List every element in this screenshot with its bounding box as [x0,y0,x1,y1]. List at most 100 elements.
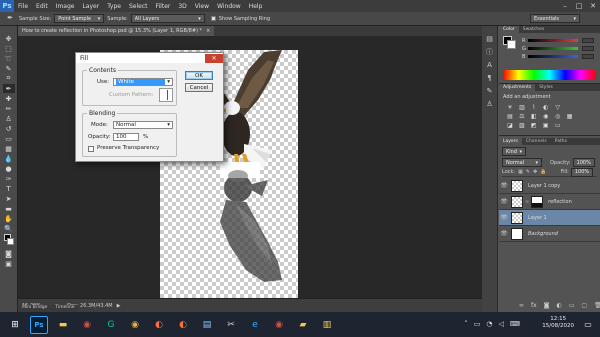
red-slider-track[interactable] [528,39,578,42]
crop-tool-icon[interactable]: ⌗ [3,74,15,83]
sample-size-select[interactable]: Point Sample ▾ [54,14,105,23]
new-adjustment-icon[interactable]: ◐ [557,302,562,309]
green-slider-track[interactable] [528,47,578,50]
selective-color-icon[interactable]: ▣ [541,121,551,130]
capture-icon[interactable]: ✂ [222,316,240,334]
menu-layer[interactable]: Layer [78,3,103,10]
close-window-button[interactable]: ✕ [586,0,600,12]
exposure-icon[interactable]: ◐ [541,103,551,112]
layer-opacity-input[interactable]: 100% [572,158,595,167]
menu-type[interactable]: Type [103,3,125,10]
blue-slider[interactable]: B [522,53,594,60]
trash-icon[interactable]: 🗑 [594,302,600,309]
opacity-input[interactable]: 100 [113,133,139,141]
tab-layers[interactable]: Layers [499,138,522,145]
layer-row[interactable]: 👁 Background [499,226,600,242]
clone-source-panel-icon[interactable]: ♙ [485,99,495,108]
hue-saturation-icon[interactable]: ▤ [505,112,515,121]
menu-select[interactable]: Select [125,3,152,10]
close-tab-icon[interactable]: × [206,28,210,34]
pen-tool-icon[interactable]: ✑ [3,174,15,183]
path-selection-tool-icon[interactable]: ➤ [3,194,15,203]
red-slider[interactable]: R [522,37,594,44]
windows-start-icon[interactable]: ⊞ [6,316,24,334]
chrome-icon[interactable]: ◉ [78,316,96,334]
tab-paths[interactable]: Paths [551,138,571,145]
brush-tool-icon[interactable]: ✏ [3,104,15,113]
ok-button[interactable]: OK [185,71,213,80]
gradient-map-icon[interactable]: ▭ [553,121,563,130]
blur-tool-icon[interactable]: 💧 [3,154,15,163]
blue-value-input[interactable] [582,54,594,59]
chrome-icon[interactable]: ◉ [126,316,144,334]
menu-help[interactable]: Help [245,3,267,10]
lock-transparent-icon[interactable]: ▦ [518,169,523,175]
color-spectrum-bar[interactable] [503,70,596,80]
menu-window[interactable]: Window [213,3,245,10]
firefox-icon[interactable]: ◐ [174,316,192,334]
quick-mask-icon[interactable]: ◙ [3,249,15,258]
file-explorer-icon[interactable]: ▬ [54,316,72,334]
green-value-input[interactable] [582,46,594,51]
notepad-icon[interactable]: ▤ [198,316,216,334]
fill-input[interactable]: 100% [570,167,593,177]
menu-3d[interactable]: 3D [174,3,190,10]
dodge-tool-icon[interactable]: ● [3,164,15,173]
threshold-icon[interactable]: ◩ [529,121,539,130]
chrome-icon[interactable]: ◉ [270,316,288,334]
menu-edit[interactable]: Edit [32,3,52,10]
custom-pattern-picker[interactable] [159,88,173,102]
type-tool-icon[interactable]: T [3,184,15,193]
posterize-icon[interactable]: ▨ [517,121,527,130]
vibrance-icon[interactable]: ▽ [553,103,563,112]
move-tool-icon[interactable]: ✥ [3,34,15,43]
fill-dialog-titlebar[interactable]: Fill ✕ [76,53,223,63]
battery-icon[interactable]: ▭ [474,320,481,328]
tab-adjustments[interactable]: Adjustments [499,84,536,91]
sample-select[interactable]: All Layers ▾ [130,14,205,23]
eye-icon[interactable]: 👁 [499,230,509,237]
red-value-input[interactable] [582,38,594,43]
firefox-icon[interactable]: ◐ [150,316,168,334]
lock-all-icon[interactable]: 🔒 [540,169,546,175]
mode-select[interactable]: Normal ▾ [113,121,173,129]
screen-mode-icon[interactable]: ▣ [3,259,15,268]
add-mask-icon[interactable]: ◙ [544,302,550,309]
layer-filter-select[interactable]: Kind ▾ [502,147,526,156]
status-menu-arrow-icon[interactable]: ▶ [117,303,121,309]
eye-icon[interactable]: 👁 [499,214,509,221]
tab-color[interactable]: Color [499,26,519,33]
eraser-tool-icon[interactable]: ▭ [3,134,15,143]
history-panel-icon[interactable]: ▤ [485,34,495,43]
marquee-tool-icon[interactable]: ⬚ [3,44,15,53]
layer-mask-thumbnail[interactable] [531,195,544,208]
shape-tool-icon[interactable]: ▬ [3,204,15,213]
menu-view[interactable]: View [191,3,213,10]
new-group-icon[interactable]: ▭ [569,302,575,309]
tab-mini-bridge[interactable]: Mini Bridge [18,305,52,312]
levels-icon[interactable]: ▥ [517,103,527,112]
background-color-swatch[interactable] [507,40,516,49]
eye-icon[interactable]: 👁 [499,198,509,205]
photo-filter-icon[interactable]: ◉ [541,112,551,121]
layer-style-icon[interactable]: fx [531,302,537,309]
hand-tool-icon[interactable]: ✋ [3,214,15,223]
maximize-button[interactable]: □ [572,0,586,12]
eye-icon[interactable]: 👁 [499,182,509,189]
properties-panel-icon[interactable]: ⓘ [485,47,495,56]
minimize-button[interactable]: – [558,0,572,12]
invert-icon[interactable]: ◪ [505,121,515,130]
quick-selection-tool-icon[interactable]: ✎ [3,64,15,73]
lock-position-icon[interactable]: ✥ [533,169,537,175]
brush-panel-icon[interactable]: ✎ [485,86,495,95]
color-swatches-icon[interactable] [3,234,15,248]
document-tab[interactable]: How to create reflection in Photoshop.ps… [18,26,215,36]
layer-row[interactable]: 👁 Layer 1 [499,210,600,226]
color-balance-icon[interactable]: ⚖ [517,112,527,121]
layer-row[interactable]: 👁 Layer 1 copy [499,178,600,194]
menu-image[interactable]: Image [52,3,79,10]
volume-icon[interactable]: ◁ [499,320,504,328]
tab-channels[interactable]: Channels [522,138,551,145]
folder-icon[interactable]: ▰ [294,316,312,334]
grammarly-icon[interactable]: G [102,316,120,334]
